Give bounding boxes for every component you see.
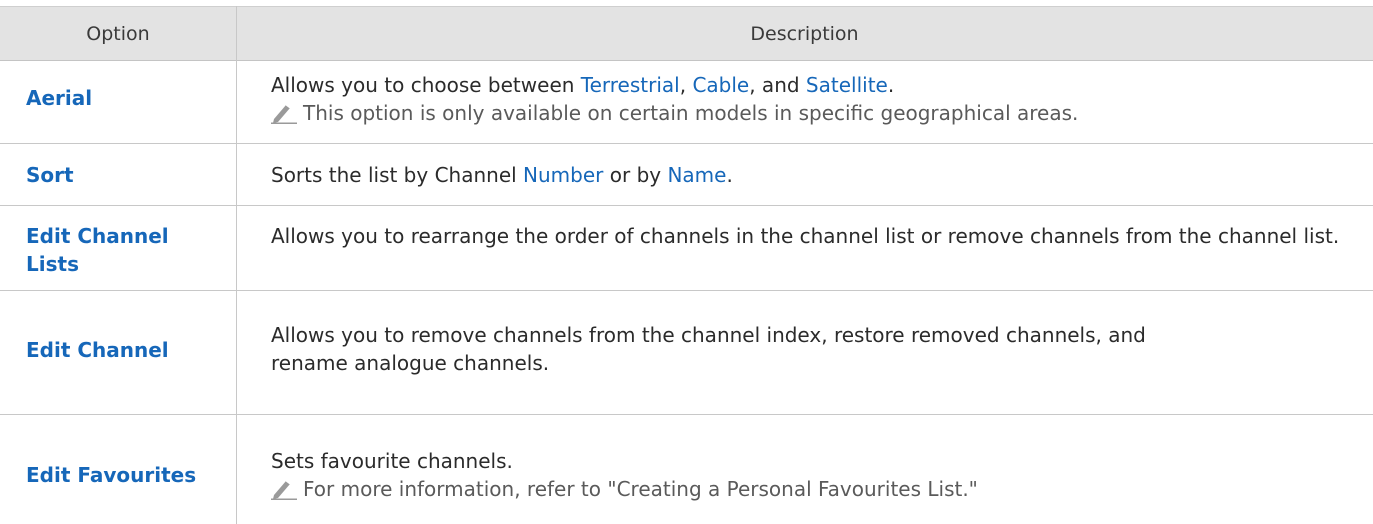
option-aerial: Aerial [26,86,93,110]
note-text: For more information, refer to "Creating… [303,477,978,501]
desc-text: or by [603,163,668,187]
highlight-number: Number [523,163,604,187]
header-option: Option [86,22,150,45]
desc-text: , and [749,73,806,97]
table-row: Edit Channel Lists Allows you to rearran… [0,206,1373,291]
highlight-cable: Cable [692,73,750,97]
description-sort: Sorts the list by Channel Number or by N… [271,161,1341,189]
pencil-icon [271,104,297,124]
description-edit-channel: Allows you to remove channels from the c… [271,323,1146,375]
desc-text: Allows you to choose between [271,73,581,97]
pencil-icon [271,480,297,500]
highlight-name: Name [667,163,727,187]
option-edit-channel: Edit Channel [26,338,169,362]
description-edit-favourites: Sets favourite channels. For more inform… [271,447,1341,503]
table-row: Edit Channel Allows you to remove channe… [0,291,1373,415]
desc-text: Sets favourite channels. [271,449,513,473]
table-header: Option Description [0,6,1373,61]
description-aerial: Allows you to choose between Terrestrial… [271,71,1341,127]
note-aerial: This option is only available on certain… [271,99,1341,127]
column-divider [236,6,237,524]
header-description: Description [750,22,859,45]
options-table: Option Description Aerial Allows you to … [0,0,1373,524]
description-edit-channel-lists: Allows you to rearrange the order of cha… [271,224,1340,248]
desc-text: , [679,73,693,97]
table-row: Sort Sorts the list by Channel Number or… [0,144,1373,206]
option-edit-favourites: Edit Favourites [26,463,197,487]
table-row: Aerial Allows you to choose between Terr… [0,61,1373,144]
desc-text: Sorts the list by Channel [271,163,524,187]
option-sort: Sort [26,163,74,187]
note-edit-favourites: For more information, refer to "Creating… [271,475,1341,503]
highlight-satellite: Satellite [805,73,888,97]
option-edit-channel-lists: Edit Channel Lists [26,224,169,276]
note-text: This option is only available on certain… [303,101,1079,125]
table-row: Edit Favourites Sets favourite channels.… [0,415,1373,524]
highlight-terrestrial: Terrestrial [580,73,680,97]
desc-text: . [726,163,733,187]
desc-text: . [887,73,895,97]
